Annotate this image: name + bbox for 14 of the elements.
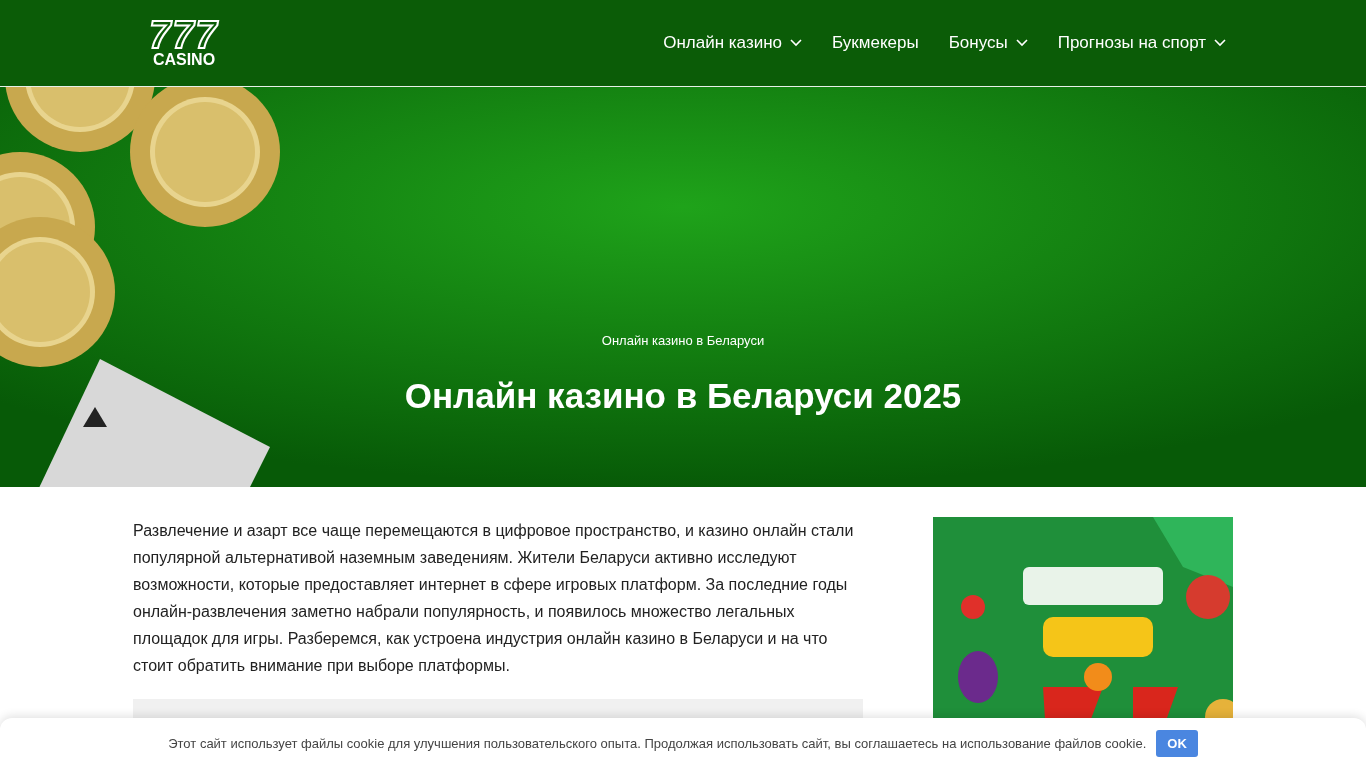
chevron-down-icon bbox=[1214, 39, 1226, 47]
breadcrumb-link[interactable]: Онлайн казино в Беларуси bbox=[601, 333, 765, 348]
chevron-down-icon bbox=[790, 39, 803, 47]
nav-menu-item[interactable]: Бонусы bbox=[948, 33, 1028, 53]
ok-button[interactable]: OK bbox=[1156, 729, 1198, 757]
nav-menu-item[interactable]: Букмекеры bbox=[832, 33, 919, 53]
logo-text[interactable]: CASINO bbox=[152, 52, 216, 68]
nav-menu-item[interactable]: Прогнозы на спорт bbox=[1057, 33, 1226, 53]
nav-menu-item[interactable]: Онлайн казино bbox=[663, 33, 803, 53]
intro-paragraph: Развлечение и азарт все чаще перемещаются в цифровое пространство, и казино онлайн стали популярной альтернативой наземным заведениям. Жители Беларуси активно исследуют возможности, которые предоставляет интернет в сфере игровых платформ. За последние годы онлайн-развлечения заметно набрали популярность, и появилось множество легальных площадок для игры. Разберемся, как устроена индустрия онлайн казино в Беларуси и на что стоит обратить внимание при выборе платформы. bbox=[133, 521, 855, 676]
chevron-down-icon bbox=[1015, 39, 1028, 47]
cookie-notice: Этот сайт использует файлы cookie для улучшения пользовательского опыта. Продолжая использовать сайт, вы соглашаетесь на использование файлов cookie. bbox=[168, 735, 1147, 751]
logo-number[interactable]: 777 bbox=[149, 18, 219, 52]
page-title: Онлайн казино в Беларуси 2025 bbox=[404, 376, 962, 416]
